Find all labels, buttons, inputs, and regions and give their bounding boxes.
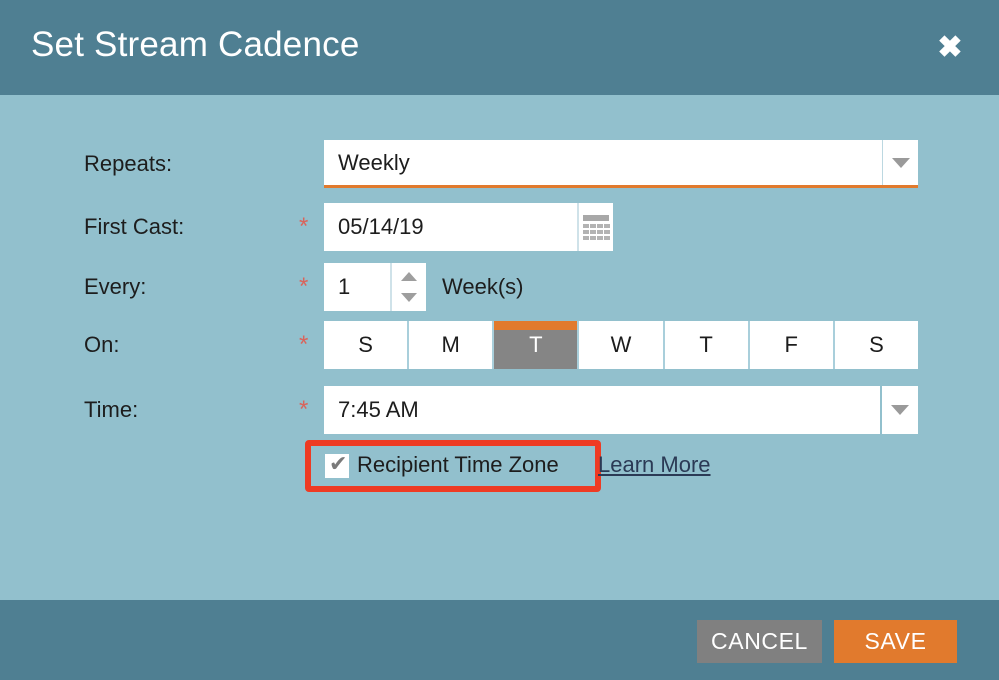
every-label: Every: bbox=[84, 274, 147, 299]
first-cast-required-star: * bbox=[299, 213, 309, 240]
recipient-time-zone-label: Recipient Time Zone bbox=[357, 452, 559, 477]
dialog-header: Set Stream Cadence ✖ bbox=[0, 0, 999, 95]
every-input[interactable]: 1 bbox=[324, 263, 390, 311]
time-label: Time: bbox=[84, 397, 139, 422]
spinner-up-icon[interactable] bbox=[401, 272, 417, 281]
day-button-saturday[interactable]: S bbox=[834, 321, 918, 369]
day-label: M bbox=[441, 332, 460, 357]
dialog-body: Repeats: Weekly First Cast: * 05/14/19 E… bbox=[0, 95, 999, 600]
recipient-time-zone-checkbox[interactable]: ✔ bbox=[325, 451, 349, 478]
on-label: On: bbox=[84, 332, 120, 357]
calendar-icon bbox=[583, 215, 610, 240]
day-button-sunday[interactable]: S bbox=[324, 321, 410, 369]
row-time: Time: * 7:45 AM bbox=[0, 386, 999, 434]
row-on: On: * S M T W T F S bbox=[0, 321, 999, 369]
day-label: T bbox=[529, 332, 543, 357]
check-icon: ✔ bbox=[329, 451, 348, 476]
first-cast-label: First Cast: bbox=[84, 214, 185, 239]
dialog-title: Set Stream Cadence bbox=[31, 25, 360, 64]
first-cast-value: 05/14/19 bbox=[338, 214, 424, 239]
day-label: F bbox=[784, 332, 798, 357]
time-dropdown-button[interactable] bbox=[882, 386, 918, 434]
save-button[interactable]: SAVE bbox=[834, 620, 957, 663]
chevron-down-icon bbox=[891, 157, 910, 168]
day-button-thursday[interactable]: T bbox=[664, 321, 750, 369]
every-stepper[interactable] bbox=[390, 263, 426, 311]
set-stream-cadence-dialog: Set Stream Cadence ✖ Repeats: Weekly Fir… bbox=[0, 0, 999, 680]
day-label: T bbox=[699, 332, 713, 357]
repeats-label: Repeats: bbox=[84, 151, 173, 176]
repeats-select[interactable]: Weekly bbox=[324, 140, 918, 188]
chevron-down-icon bbox=[891, 405, 909, 415]
day-label: S bbox=[358, 332, 373, 357]
time-value: 7:45 AM bbox=[338, 397, 419, 422]
row-every: Every: * 1 Week(s) bbox=[0, 263, 999, 311]
repeats-dropdown-button[interactable] bbox=[882, 140, 918, 185]
every-value: 1 bbox=[338, 274, 351, 299]
day-label: S bbox=[869, 332, 884, 357]
day-of-week-selector: S M T W T F S bbox=[324, 321, 918, 369]
cancel-button[interactable]: CANCEL bbox=[697, 620, 822, 663]
day-button-tuesday[interactable]: T bbox=[494, 321, 580, 369]
repeats-value: Weekly bbox=[338, 149, 410, 175]
day-label: W bbox=[610, 332, 632, 357]
day-button-monday[interactable]: M bbox=[409, 321, 495, 369]
on-required-star: * bbox=[299, 331, 309, 358]
dialog-footer: CANCEL SAVE bbox=[0, 600, 999, 680]
spinner-down-icon[interactable] bbox=[401, 293, 417, 302]
row-repeats: Repeats: Weekly bbox=[0, 140, 999, 188]
first-cast-input[interactable]: 05/14/19 bbox=[324, 203, 577, 251]
time-input[interactable]: 7:45 AM bbox=[324, 386, 880, 434]
every-required-star: * bbox=[299, 273, 309, 300]
every-unit-label: Week(s) bbox=[442, 274, 524, 299]
calendar-picker-button[interactable] bbox=[577, 203, 613, 251]
time-required-star: * bbox=[299, 396, 309, 423]
day-button-friday[interactable]: F bbox=[749, 321, 835, 369]
learn-more-link[interactable]: Learn More bbox=[598, 452, 711, 478]
row-recipient-time-zone: ✔ Recipient Time Zone Learn More bbox=[0, 440, 999, 492]
close-icon[interactable]: ✖ bbox=[932, 30, 968, 66]
row-first-cast: First Cast: * 05/14/19 bbox=[0, 203, 999, 251]
day-button-wednesday[interactable]: W bbox=[579, 321, 665, 369]
